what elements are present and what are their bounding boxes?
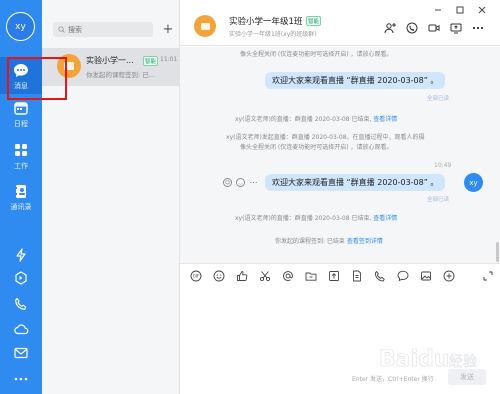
- conversation-title: 实验小学一...: [86, 56, 134, 65]
- search-box[interactable]: [53, 22, 153, 37]
- phone-call-icon[interactable]: [374, 270, 386, 282]
- close-button[interactable]: [477, 5, 487, 15]
- my-avatar[interactable]: xy: [464, 173, 483, 192]
- group-avatar: [194, 15, 216, 37]
- search-icon: [58, 26, 65, 33]
- smart-tag: 智能: [143, 56, 159, 66]
- more-dots-icon[interactable]: [13, 371, 29, 387]
- chat-title: 实验小学一年级1班: [229, 17, 303, 27]
- system-message: 像头全程关闭 (仅连麦功能时可选择开启) ，请放心观看。: [240, 144, 393, 151]
- share-screen-icon[interactable]: [450, 22, 462, 34]
- baidu-watermark: Baidu 经验: [375, 330, 495, 390]
- live-ended-text: xy(语文老师)的直播：群直播 2020-03-08 已结束,: [235, 215, 372, 222]
- image-icon[interactable]: [420, 270, 432, 282]
- nav-label-schedule: 日程: [14, 120, 28, 128]
- nav-label-work: 工作: [14, 162, 28, 170]
- cloud-icon[interactable]: [13, 321, 29, 337]
- emoji-icon[interactable]: [213, 270, 225, 282]
- search-input[interactable]: [68, 25, 148, 34]
- gif-icon[interactable]: GIF: [190, 270, 202, 282]
- checkin-ended-text: 你发起的课程签到: 已结束: [275, 238, 345, 245]
- conversation-preview: 你发起的课程签到: 已...: [86, 71, 155, 79]
- scrollbar[interactable]: [496, 242, 499, 262]
- live-ended-text: xy(语文老师)的直播：群直播 2020-03-08 已结束,: [235, 116, 372, 123]
- system-message: xy(语文老师)发起直播：群直播 2020-03-08，在直播过程中，观看人的摄: [226, 134, 425, 141]
- add-member-icon[interactable]: [384, 22, 396, 34]
- user-avatar[interactable]: xy: [6, 12, 35, 41]
- nav-item-contacts[interactable]: 通讯录: [0, 182, 42, 214]
- svg-text:Baidu: Baidu: [379, 347, 450, 372]
- system-message: xy(语文老师)的直播：群直播 2020-03-08 已结束, 查看详情: [235, 213, 397, 222]
- phone-icon[interactable]: [13, 296, 29, 312]
- message-more-icon[interactable]: ⋯: [249, 178, 258, 187]
- message-bubble[interactable]: 欢迎大家来观看直播 “群直播 2020-03-08” 。: [265, 72, 446, 89]
- call-icon[interactable]: [406, 22, 418, 34]
- reply-icon[interactable]: ☺: [223, 178, 232, 187]
- upload-icon[interactable]: [328, 270, 340, 282]
- view-details-link[interactable]: 查看详情: [373, 215, 397, 222]
- chat-history-icon[interactable]: [397, 270, 409, 282]
- highlight-annotation: [7, 57, 67, 100]
- system-message: 像头全程关闭 (仅连麦功能时可选择开启) ，请放心观看。: [240, 51, 393, 58]
- scissors-icon[interactable]: [259, 270, 271, 282]
- hexagon-app-icon[interactable]: [13, 270, 29, 286]
- more-options-icon[interactable]: [472, 22, 484, 34]
- system-message: 你发起的课程签到: 已结束 查看签到详情: [275, 236, 383, 245]
- message-area: 像头全程关闭 (仅连麦功能时可选择开启) ，请放心观看。 欢迎大家来观看直播 “…: [180, 47, 500, 263]
- chat-header: 实验小学一年级1班 智能 实验小学一年级1班(xy的班级群): [180, 0, 500, 46]
- minimize-button[interactable]: [433, 5, 443, 15]
- view-checkin-details-link[interactable]: 查看签到详情: [347, 238, 383, 245]
- read-status: 全部已读: [427, 96, 450, 102]
- nav-item-schedule[interactable]: 日程: [0, 99, 42, 131]
- nav-label-contacts: 通讯录: [10, 203, 32, 211]
- add-button[interactable]: +: [162, 22, 174, 37]
- message-bubble[interactable]: 欢迎大家来观看直播 “群直播 2020-03-08” 。: [265, 174, 446, 191]
- conversation-time: 11:01: [160, 56, 178, 63]
- svg-text:经验: 经验: [449, 354, 477, 370]
- message-time: 10:49: [434, 162, 452, 169]
- thumbs-up-icon[interactable]: [236, 270, 248, 282]
- calendar-icon: [12, 99, 30, 117]
- contacts-book-icon: [12, 182, 30, 200]
- more-tools-icon[interactable]: [443, 270, 455, 282]
- expand-icon[interactable]: [482, 270, 494, 282]
- view-details-link[interactable]: 查看详情: [373, 116, 397, 123]
- nav-item-work[interactable]: 工作: [0, 141, 42, 173]
- chat-subtitle: 实验小学一年级1班(xy的班级群): [229, 31, 317, 38]
- emoji-reaction-icon[interactable]: ◡: [236, 178, 245, 187]
- maximize-button[interactable]: [455, 5, 465, 15]
- mention-icon[interactable]: [282, 270, 294, 282]
- mail-icon[interactable]: [13, 345, 29, 361]
- lightning-icon[interactable]: [13, 247, 29, 263]
- smart-tag: 智能: [306, 16, 322, 26]
- folder-icon[interactable]: [305, 270, 317, 282]
- svg-text:GIF: GIF: [193, 274, 200, 279]
- document-icon[interactable]: [351, 270, 363, 282]
- read-status: 全部已读: [427, 197, 450, 203]
- system-message: xy(语文老师)的直播：群直播 2020-03-08 已结束, 查看详情: [235, 114, 397, 123]
- grid-icon: [12, 141, 30, 159]
- video-icon[interactable]: [428, 22, 440, 34]
